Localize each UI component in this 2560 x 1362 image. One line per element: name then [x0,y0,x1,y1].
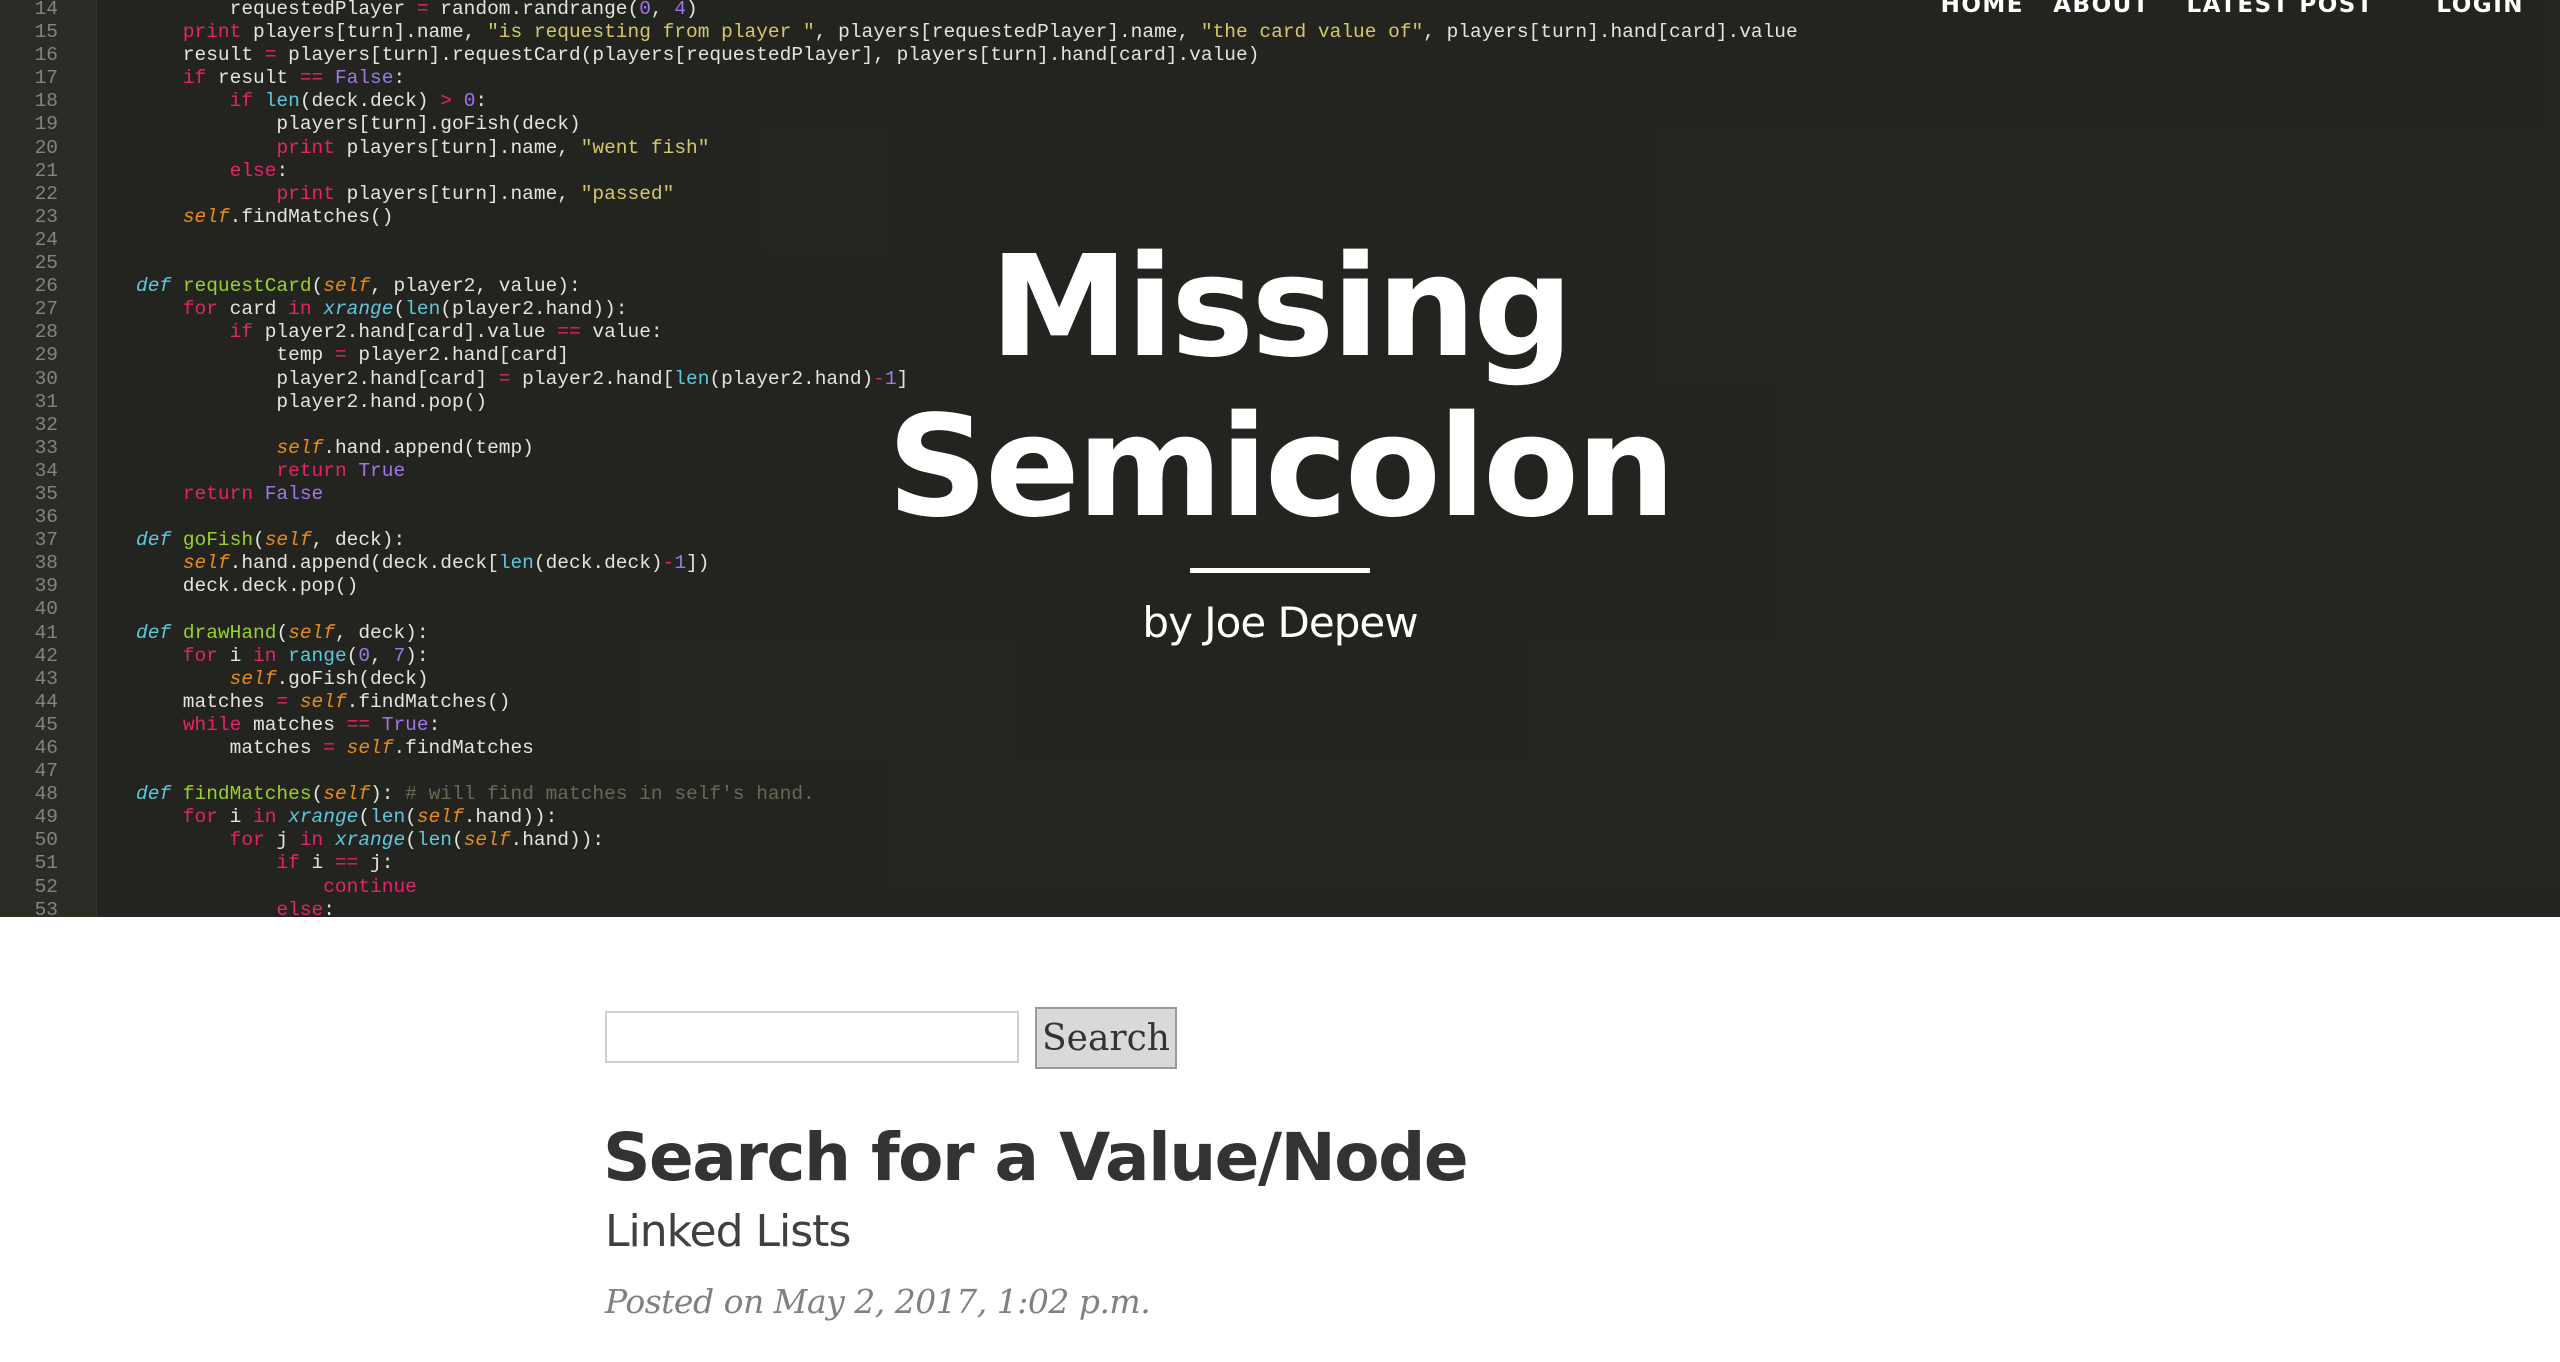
nav-login-link[interactable]: LOGIN [2436,0,2524,18]
site-byline: by Joe Depew [1142,598,1418,647]
post-subtitle: Linked Lists [605,1206,851,1257]
nav-about-link[interactable]: ABOUT [2053,0,2150,18]
title-divider [1190,568,1370,573]
nav-latest-post-link[interactable]: LATEST POST [2187,0,2375,18]
post-title[interactable]: Search for a Value/Node [603,1118,1469,1198]
search-input[interactable] [605,1011,1019,1063]
site-title-line2: Semicolon [887,386,1676,549]
hero-header: 14 requestedPlayer = random.randrange(0,… [0,0,2560,917]
site-title: Missing Semicolon [680,228,1880,548]
site-title-line1: Missing [989,226,1574,389]
post-meta: Posted on May 2, 2017, 1:02 p.m. [605,1282,1151,1321]
search-button[interactable]: Search [1035,1007,1177,1069]
nav-home-link[interactable]: HOME [1941,0,2024,18]
